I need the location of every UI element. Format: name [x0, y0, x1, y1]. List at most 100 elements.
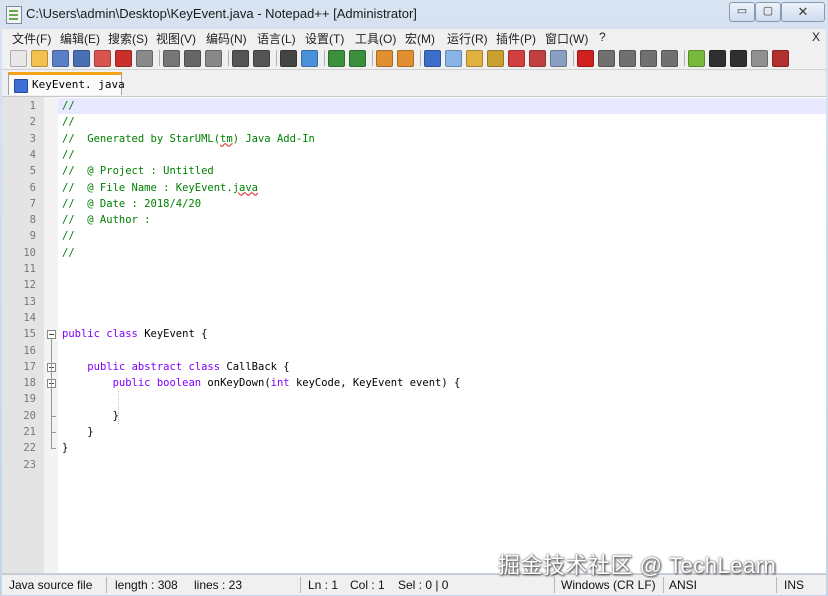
paste-icon[interactable] — [205, 50, 222, 67]
minimize-button[interactable]: ▭ — [729, 2, 755, 22]
sync-vertical-icon[interactable] — [376, 50, 393, 67]
find-icon[interactable] — [280, 50, 297, 67]
menu-window[interactable]: 窗口(W) — [545, 30, 588, 47]
settings-icon[interactable] — [751, 50, 768, 67]
tab-bar: KeyEvent. java — [2, 70, 826, 96]
undo-icon[interactable] — [232, 50, 249, 67]
code-line[interactable]: // — [58, 147, 826, 163]
code-line[interactable]: public class KeyEvent { — [58, 326, 826, 342]
open-file-icon[interactable] — [31, 50, 48, 67]
code-line[interactable] — [58, 294, 826, 310]
status-mode: INS — [784, 578, 805, 592]
doc-map-icon[interactable] — [487, 50, 504, 67]
menu-macro[interactable]: 宏(M) — [405, 30, 435, 47]
spellcheck-icon[interactable] — [772, 50, 789, 67]
title-bar[interactable]: C:\Users\admin\Desktop\KeyEvent.java - N… — [0, 0, 828, 28]
menu-view[interactable]: 视图(V) — [156, 30, 196, 47]
save-icon[interactable] — [52, 50, 69, 67]
record-macro-icon[interactable] — [577, 50, 594, 67]
menu-language[interactable]: 语言(L) — [257, 30, 296, 47]
redo-icon[interactable] — [253, 50, 270, 67]
new-file-icon[interactable] — [10, 50, 27, 67]
copy-icon[interactable] — [184, 50, 201, 67]
save-macro-icon[interactable] — [661, 50, 678, 67]
maximize-icon: ▢ — [762, 5, 774, 17]
code-line[interactable]: public boolean onKeyDown(int keyCode, Ke… — [58, 375, 826, 391]
code-line[interactable]: // — [58, 245, 826, 261]
code-line[interactable] — [58, 310, 826, 326]
zoom-out-icon[interactable] — [349, 50, 366, 67]
fold-toggle-icon[interactable] — [47, 330, 56, 340]
code-line[interactable] — [58, 457, 826, 473]
play-macro-icon[interactable] — [619, 50, 636, 67]
code-line[interactable]: // Generated by StarUML(tm) Java Add-In — [58, 131, 826, 147]
close-document-x[interactable]: X — [812, 30, 820, 44]
current-line[interactable]: // — [58, 98, 826, 114]
menu-tools[interactable]: 工具(O) — [355, 30, 396, 47]
menu-search[interactable]: 搜索(S) — [108, 30, 148, 47]
code-line[interactable]: public abstract class CallBack { — [58, 359, 826, 375]
tab-label: KeyEvent. java — [32, 78, 125, 91]
code-line[interactable]: // — [58, 114, 826, 130]
line-number: 11 — [23, 263, 36, 275]
status-sel: Sel : 0 | 0 — [398, 578, 449, 592]
code-line[interactable]: // @ Author : — [58, 212, 826, 228]
menu-file[interactable]: 文件(F) — [12, 30, 51, 47]
menu-run[interactable]: 运行(R) — [447, 30, 488, 47]
android-icon[interactable] — [688, 50, 705, 67]
word-wrap-icon[interactable] — [424, 50, 441, 67]
toolbar-separator — [573, 50, 574, 66]
replace-icon[interactable] — [301, 50, 318, 67]
monitoring-icon[interactable] — [550, 50, 567, 67]
code-line[interactable] — [58, 277, 826, 293]
toolbar-separator — [324, 50, 325, 66]
save-all-icon[interactable] — [73, 50, 90, 67]
indent-guide-icon[interactable] — [466, 50, 483, 67]
code-line[interactable]: // @ Project : Untitled — [58, 163, 826, 179]
code-line[interactable]: // — [58, 228, 826, 244]
code-text: } — [62, 409, 119, 422]
code-line[interactable]: } — [58, 424, 826, 440]
menu-encoding[interactable]: 编码(N) — [206, 30, 247, 47]
status-length: length : 308 — [115, 578, 178, 592]
code-editor[interactable]: 1 2 3 4 5 6 7 8 9 10 11 12 13 14 15 16 17 18 19 20 21 22 23 //… — [2, 96, 826, 573]
menu-settings[interactable]: 设置(T) — [305, 30, 344, 47]
close-all-icon[interactable] — [115, 50, 132, 67]
tab-keyevent-java[interactable]: KeyEvent. java — [8, 72, 125, 95]
line-number: 9 — [29, 230, 36, 243]
print-icon[interactable] — [136, 50, 153, 67]
sync-horizontal-icon[interactable] — [397, 50, 414, 67]
cut-icon[interactable] — [163, 50, 180, 67]
run-macro-icon[interactable] — [640, 50, 657, 67]
terminal-icon[interactable] — [730, 50, 747, 67]
folder-workspace-icon[interactable] — [529, 50, 546, 67]
close-icon[interactable] — [94, 50, 111, 67]
phone-icon[interactable] — [709, 50, 726, 67]
code-line[interactable]: } — [58, 408, 826, 424]
code-line[interactable]: } — [58, 440, 826, 456]
close-window-button[interactable]: ✕ — [781, 2, 825, 22]
show-all-chars-icon[interactable] — [445, 50, 462, 67]
code-line[interactable] — [58, 343, 826, 359]
menu-plugins[interactable]: 插件(P) — [496, 30, 536, 47]
notepadpp-app-icon[interactable] — [6, 6, 22, 24]
code-text-area[interactable]: // // // Generated by StarUML(tm) Java Add… — [58, 97, 826, 573]
line-number: 22 — [23, 442, 36, 455]
maximize-button[interactable]: ▢ — [755, 2, 781, 22]
minimize-icon: ▭ — [736, 5, 748, 17]
fold-end-mark — [51, 432, 56, 433]
code-line[interactable]: // @ File Name : KeyEvent.java — [58, 180, 826, 196]
toolbar-separator — [684, 50, 685, 66]
code-line[interactable] — [58, 261, 826, 277]
code-line[interactable]: // @ Date : 2018/4/20 — [58, 196, 826, 212]
function-list-icon[interactable] — [508, 50, 525, 67]
menu-help[interactable]: ? — [599, 30, 606, 44]
fold-margin[interactable] — [44, 97, 58, 573]
toolbar-separator — [420, 50, 421, 66]
line-number: 5 — [29, 165, 36, 178]
code-line[interactable] — [58, 391, 826, 407]
zoom-in-icon[interactable] — [328, 50, 345, 67]
menu-edit[interactable]: 编辑(E) — [60, 30, 100, 47]
stop-record-icon[interactable] — [598, 50, 615, 67]
code-text: } — [62, 442, 69, 455]
